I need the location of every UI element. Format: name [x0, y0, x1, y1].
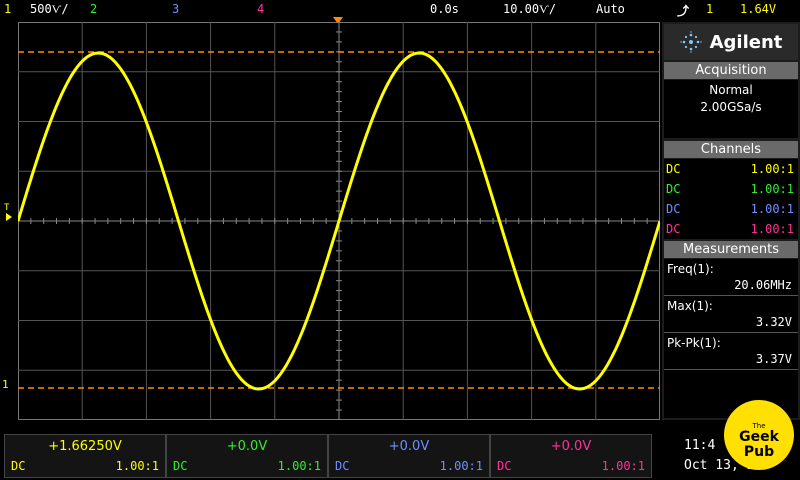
- right-info-panel: Agilent Acquisition Normal 2.00GSa/s Cha…: [662, 22, 800, 420]
- top-status-bar: 1 500Ѵ/ 2 3 4 0.0s 10.00Ѵ/ Auto ⤴ 1 1.64…: [0, 0, 800, 20]
- channel-probe-ratio: 1.00:1: [277, 459, 321, 473]
- channel-2-box[interactable]: +0.0V DC 1.00:1: [166, 434, 328, 478]
- measurement-value: 20.06MHz: [734, 278, 792, 292]
- measurements-header[interactable]: Measurements: [664, 241, 798, 258]
- brand-name: Agilent: [709, 31, 783, 53]
- channel-probe-ratio: 1.00:1: [750, 182, 794, 196]
- trigger-level-arrow-icon: [6, 213, 12, 221]
- geek-pub-watermark: The Geek Pub: [724, 400, 794, 470]
- graticule: [18, 22, 660, 420]
- channel-4-box[interactable]: +0.0V DC 1.00:1: [490, 434, 652, 478]
- watermark-line-2: Geek Pub: [739, 429, 779, 460]
- channel-coupling: DC: [666, 162, 681, 176]
- channel-probe-ratio: 1.00:1: [601, 459, 645, 473]
- channels-header[interactable]: Channels: [664, 141, 798, 158]
- trigger-edge-icon: ⤴: [677, 4, 690, 18]
- channel-row[interactable]: DC 1.00:1: [664, 159, 798, 179]
- channels-section[interactable]: DC 1.00:1 DC 1.00:1 DC 1.00:1 DC 1.00:1: [664, 159, 798, 239]
- channel-coupling: DC: [11, 459, 26, 473]
- acquisition-mode: Normal: [709, 83, 753, 97]
- time-scale[interactable]: 10.00Ѵ/: [503, 2, 556, 17]
- trigger-level-marker[interactable]: T: [4, 203, 9, 213]
- measurement-item[interactable]: Pk-Pk(1): 3.37V: [664, 333, 798, 370]
- measurement-label: Pk-Pk(1):: [667, 336, 721, 350]
- sample-rate: 2.00GSa/s: [700, 100, 762, 114]
- channel-coupling: DC: [497, 459, 512, 473]
- channel-offset: +0.0V: [226, 439, 268, 454]
- trigger-channel[interactable]: 1: [706, 2, 713, 16]
- clock-time: 11:4: [684, 438, 716, 453]
- measurement-value: 3.32V: [755, 315, 792, 329]
- channel-row[interactable]: DC 1.00:1: [664, 179, 798, 199]
- measurement-label: Freq(1):: [667, 262, 714, 276]
- channel-coupling: DC: [335, 459, 350, 473]
- acquisition-header[interactable]: Acquisition: [664, 62, 798, 79]
- channel-probe-ratio: 1.00:1: [115, 459, 159, 473]
- channel-offset: +0.0V: [388, 439, 430, 454]
- measurement-label: Max(1):: [667, 299, 713, 313]
- channel-3-box[interactable]: +0.0V DC 1.00:1: [328, 434, 490, 478]
- channel-probe-ratio: 1.00:1: [750, 202, 794, 216]
- channel-coupling: DC: [173, 459, 188, 473]
- acquisition-section[interactable]: Normal 2.00GSa/s: [664, 80, 798, 138]
- waveform-display[interactable]: [18, 22, 660, 420]
- channel-coupling: DC: [666, 182, 681, 196]
- trigger-level[interactable]: 1.64V: [740, 2, 776, 16]
- channel-2-indicator[interactable]: 2: [90, 2, 97, 16]
- channel-1-scale[interactable]: 500Ѵ/: [30, 2, 69, 17]
- channel-4-indicator[interactable]: 4: [257, 2, 264, 16]
- channel-3-indicator[interactable]: 3: [172, 2, 179, 16]
- measurement-value: 3.37V: [755, 352, 792, 366]
- measurements-section[interactable]: Freq(1): 20.06MHz Max(1): 3.32V Pk-Pk(1): 3.3…: [664, 259, 798, 418]
- trigger-mode[interactable]: Auto: [596, 2, 625, 16]
- agilent-spark-icon: [679, 31, 702, 53]
- channel-row[interactable]: DC 1.00:1: [664, 199, 798, 219]
- channel-probe-ratio: 1.00:1: [750, 222, 794, 236]
- channel-1-ground-marker[interactable]: 1: [2, 378, 9, 391]
- channel-coupling: DC: [666, 202, 681, 216]
- channel-row[interactable]: DC 1.00:1: [664, 219, 798, 239]
- channel-probe-ratio: 1.00:1: [750, 162, 794, 176]
- measurement-item[interactable]: Max(1): 3.32V: [664, 296, 798, 333]
- brand-header: Agilent: [664, 24, 798, 60]
- measurement-item[interactable]: Freq(1): 20.06MHz: [664, 259, 798, 296]
- channel-1-box[interactable]: +1.66250V DC 1.00:1: [4, 434, 166, 478]
- channel-offset: +0.0V: [550, 439, 592, 454]
- channel-offset: +1.66250V: [48, 439, 122, 454]
- time-delay[interactable]: 0.0s: [430, 2, 459, 16]
- channel-info-bar: 11:4 Oct 13, 2 +1.66250V DC 1.00:1 +0.0V DC 1…: [0, 432, 800, 480]
- channel-coupling: DC: [666, 222, 681, 236]
- channel-1-indicator[interactable]: 1: [4, 2, 11, 16]
- channel-probe-ratio: 1.00:1: [439, 459, 483, 473]
